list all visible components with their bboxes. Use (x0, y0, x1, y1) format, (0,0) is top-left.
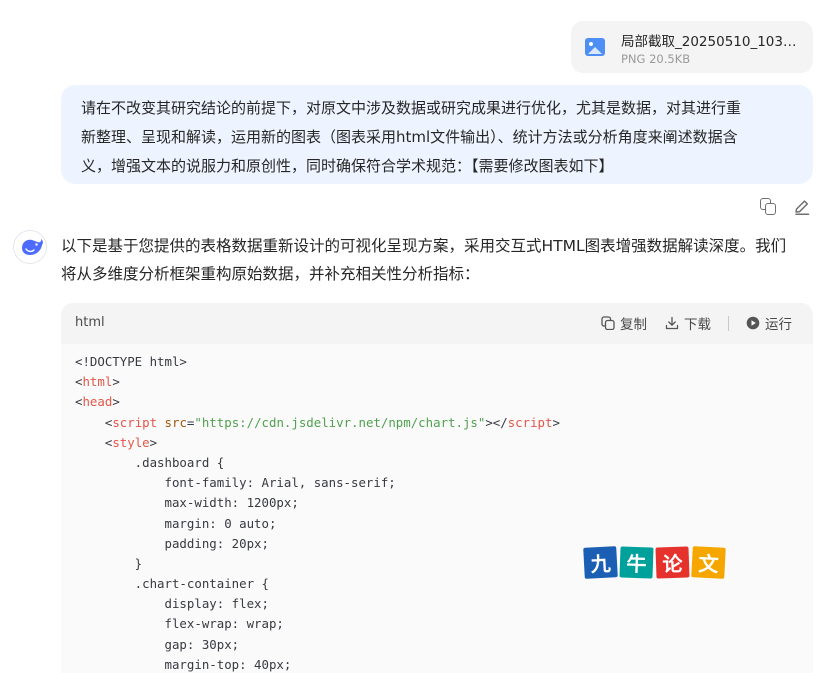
assistant-message: 以下是基于您提供的表格数据重新设计的可视化呈现方案，采用交互式HTML图表增强数… (61, 232, 821, 288)
watermark-char: 九 (583, 546, 618, 579)
run-code-button[interactable]: 运行 (746, 313, 792, 333)
code-line: <head> (75, 394, 120, 410)
user-message-line: 请在不改变其研究结论的前提下，对原文中涉及数据或研究成果进行优化，尤其是数据，对… (81, 99, 742, 117)
attachment-filename: 局部截取_20250510_1036... (621, 34, 803, 50)
code-block-header: html 复制 下载 运行 (61, 303, 813, 344)
whale-logo-icon (22, 239, 43, 255)
attachment-meta: PNG 20.5KB (621, 52, 691, 66)
code-language-label: html (75, 315, 105, 330)
copy-code-button[interactable]: 复制 (601, 313, 647, 333)
user-message-bubble: 请在不改变其研究结论的前提下，对原文中涉及数据或研究成果进行优化，尤其是数据，对… (61, 85, 813, 184)
code-line: .dashboard { (75, 454, 225, 470)
play-icon (746, 316, 760, 330)
code-line: <!DOCTYPE html> (75, 354, 187, 369)
code-content: <!DOCTYPE html> <html> <head> <script sr… (61, 344, 813, 673)
assistant-message-line: 将从多维度分析框架重构原始数据，并补充相关性分析指标： (61, 265, 480, 283)
code-line: gap: 30px; (75, 636, 240, 652)
download-icon (665, 316, 679, 330)
download-code-button[interactable]: 下载 (665, 313, 711, 333)
run-code-label: 运行 (765, 317, 792, 333)
copy-message-icon[interactable] (760, 198, 778, 216)
watermark-char: 牛 (619, 546, 654, 579)
watermark-char: 文 (691, 546, 726, 579)
code-block: html 复制 下载 运行 <!DOCTYPE html> <html> <he… (61, 303, 813, 673)
code-line: margin: 0 auto; (75, 515, 277, 531)
image-file-icon (585, 38, 605, 56)
code-line: margin-top: 40px; (75, 656, 292, 672)
assistant-avatar (13, 230, 47, 264)
edit-message-icon[interactable] (793, 198, 811, 216)
download-code-label: 下载 (684, 317, 711, 333)
code-line: flex-wrap: wrap; (75, 616, 284, 632)
attachment-card[interactable]: 局部截取_20250510_1036... PNG 20.5KB (571, 21, 813, 73)
copy-code-label: 复制 (620, 317, 647, 333)
assistant-message-line: 以下是基于您提供的表格数据重新设计的可视化呈现方案，采用交互式HTML图表增强数… (61, 237, 787, 255)
watermark-char: 论 (655, 546, 690, 579)
copy-icon (601, 316, 615, 331)
code-line: <script src="https://cdn.jsdelivr.net/np… (104, 414, 560, 430)
code-line: max-width: 1200px; (75, 495, 299, 511)
user-message-line: 新整理、呈现和解读，运用新的图表（图表采用html文件输出）、统计方法或分析角度… (81, 128, 738, 146)
code-line: <html> (75, 374, 120, 390)
watermark-logo: 九 牛 论 文 (583, 546, 726, 579)
user-message-line: 义，增强文本的说服力和原创性，同时确保符合学术规范：【需要修改图表如下】 (81, 157, 614, 175)
code-line: font-family: Arial, sans-serif; (75, 475, 396, 491)
code-line: display: flex; (75, 596, 269, 612)
code-line: <style> (104, 434, 158, 450)
header-divider (728, 316, 729, 331)
